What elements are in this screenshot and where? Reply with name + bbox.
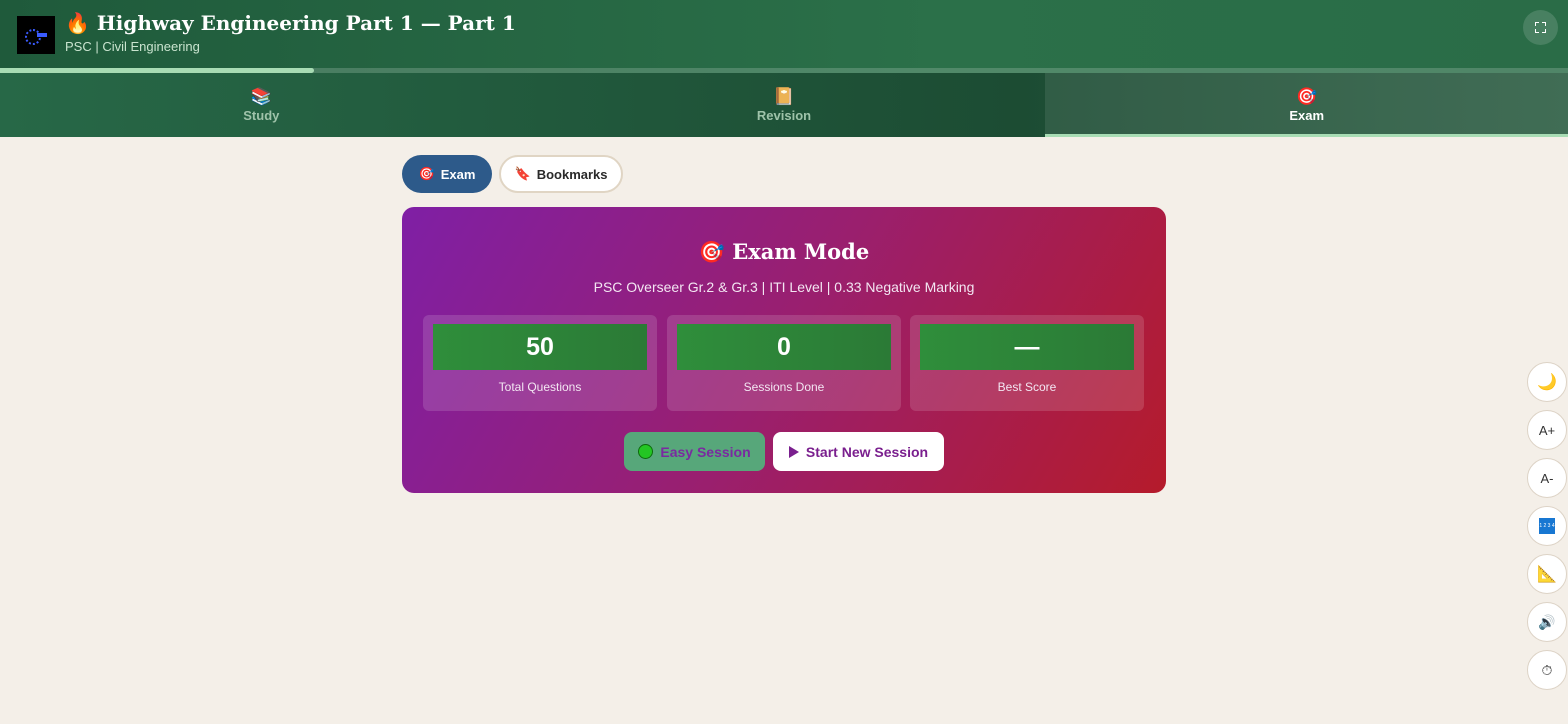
font-decrease-label: A- bbox=[1540, 470, 1554, 486]
calculator-icon: 1 2 3 4 bbox=[1539, 518, 1555, 534]
stat-best-score: — Best Score bbox=[910, 315, 1144, 411]
tab-revision[interactable]: 📔 Revision bbox=[523, 73, 1046, 137]
triangle-ruler-icon: 📐 bbox=[1537, 566, 1557, 583]
stat-value: 0 bbox=[677, 324, 891, 370]
start-new-session-button[interactable]: Start New Session bbox=[773, 432, 944, 471]
page-subtitle: PSC | Civil Engineering bbox=[65, 39, 200, 54]
ruler-button[interactable]: 📐 bbox=[1527, 554, 1567, 594]
subtab-label: Exam bbox=[440, 166, 476, 182]
speaker-icon: 🔊 bbox=[1538, 613, 1556, 630]
logo-mark-icon bbox=[25, 27, 47, 45]
stat-label: Best Score bbox=[997, 380, 1057, 394]
subtab-label: Bookmarks bbox=[536, 166, 608, 182]
easy-session-button[interactable]: Easy Session bbox=[624, 432, 765, 471]
easy-session-label: Easy Session bbox=[660, 443, 751, 460]
font-increase-label: A+ bbox=[1538, 422, 1556, 438]
play-icon bbox=[788, 445, 799, 458]
app-logo bbox=[17, 16, 55, 54]
target-icon: 🎯 bbox=[1296, 87, 1318, 106]
green-circle-icon bbox=[638, 444, 654, 459]
calculator-button[interactable]: 1 2 3 4 bbox=[1527, 506, 1567, 546]
dark-mode-button[interactable]: 🌙 bbox=[1527, 362, 1567, 402]
font-increase-button[interactable]: A+ bbox=[1527, 410, 1567, 450]
bookmark-icon: 🔖 bbox=[514, 166, 531, 181]
tab-study[interactable]: 📚 Study bbox=[0, 73, 523, 137]
app-header: 🔥 Highway Engineering Part 1 — Part 1 PS… bbox=[0, 0, 1568, 73]
exam-mode-card: 🎯 Exam Mode PSC Overseer Gr.2 & Gr.3 | I… bbox=[402, 207, 1166, 493]
stat-value: 50 bbox=[433, 324, 647, 370]
stat-label: Sessions Done bbox=[743, 380, 825, 394]
tab-label: Study bbox=[243, 108, 280, 123]
start-session-label: Start New Session bbox=[805, 443, 929, 460]
stat-value: — bbox=[920, 324, 1134, 370]
exam-mode-description: PSC Overseer Gr.2 & Gr.3 | ITI Level | 0… bbox=[593, 279, 975, 295]
subtab-exam[interactable]: 🎯 Exam bbox=[402, 155, 492, 193]
tab-label: Revision bbox=[756, 108, 812, 123]
tab-label: Exam bbox=[1289, 108, 1325, 123]
exam-mode-title: 🎯 Exam Mode bbox=[698, 239, 870, 264]
target-icon: 🎯 bbox=[418, 166, 435, 181]
font-decrease-button[interactable]: A- bbox=[1527, 458, 1567, 498]
moon-icon: 🌙 bbox=[1537, 374, 1557, 391]
page-title: 🔥 Highway Engineering Part 1 — Part 1 bbox=[65, 11, 516, 35]
tab-exam[interactable]: 🎯 Exam bbox=[1045, 73, 1568, 137]
fullscreen-button[interactable] bbox=[1523, 10, 1558, 45]
fullscreen-icon bbox=[1535, 22, 1546, 33]
timer-button[interactable]: ⏱ bbox=[1527, 650, 1567, 690]
books-icon: 📚 bbox=[250, 87, 272, 106]
notebook-icon: 📔 bbox=[773, 87, 795, 106]
subtab-bookmarks[interactable]: 🔖 Bookmarks bbox=[499, 155, 623, 193]
stat-total-questions: 50 Total Questions bbox=[423, 315, 657, 411]
stopwatch-icon: ⏱ bbox=[1541, 661, 1553, 678]
stat-label: Total Questions bbox=[498, 380, 582, 394]
main-tabs: 📚 Study 📔 Revision 🎯 Exam bbox=[0, 73, 1568, 137]
sound-button[interactable]: 🔊 bbox=[1527, 602, 1567, 642]
stat-sessions-done: 0 Sessions Done bbox=[667, 315, 901, 411]
